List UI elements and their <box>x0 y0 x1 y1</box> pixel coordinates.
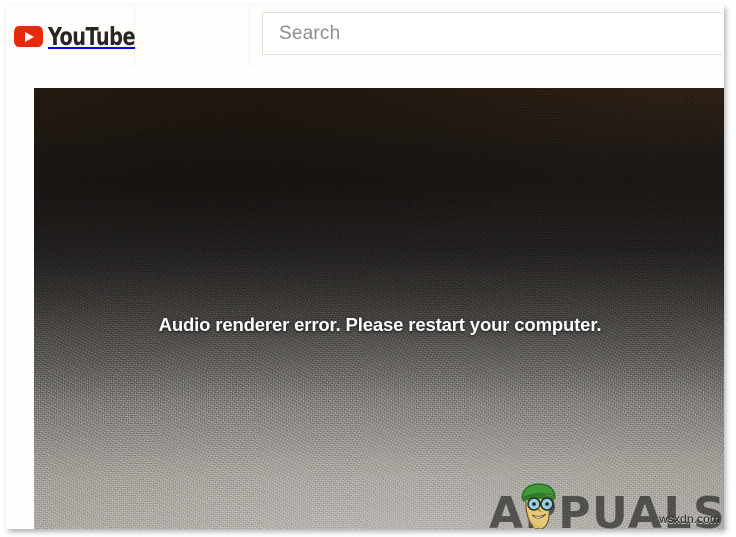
appuals-mascot-icon <box>521 483 556 529</box>
video-screen <box>34 88 724 529</box>
youtube-logo[interactable]: YouTube <box>14 24 149 49</box>
search-box[interactable] <box>262 12 722 55</box>
browser-page-surface: YouTube Audio renderer error. Please res… <box>6 5 724 529</box>
search-input[interactable] <box>279 23 679 45</box>
youtube-logo-text: YouTube <box>48 22 136 51</box>
video-player[interactable]: Audio renderer error. Please restart you… <box>34 88 724 529</box>
video-screen-tilt <box>34 88 724 529</box>
photo-frame: YouTube Audio renderer error. Please res… <box>0 0 736 537</box>
video-vignette <box>34 88 724 529</box>
video-noise-layer-c <box>34 88 724 529</box>
header-divider-right <box>249 5 250 67</box>
youtube-header: YouTube <box>6 5 724 67</box>
video-noise-layer-b <box>34 88 724 529</box>
source-watermark: wsxdn.com <box>659 512 720 526</box>
youtube-play-icon <box>14 26 43 47</box>
video-noise-layer-a <box>34 88 724 529</box>
